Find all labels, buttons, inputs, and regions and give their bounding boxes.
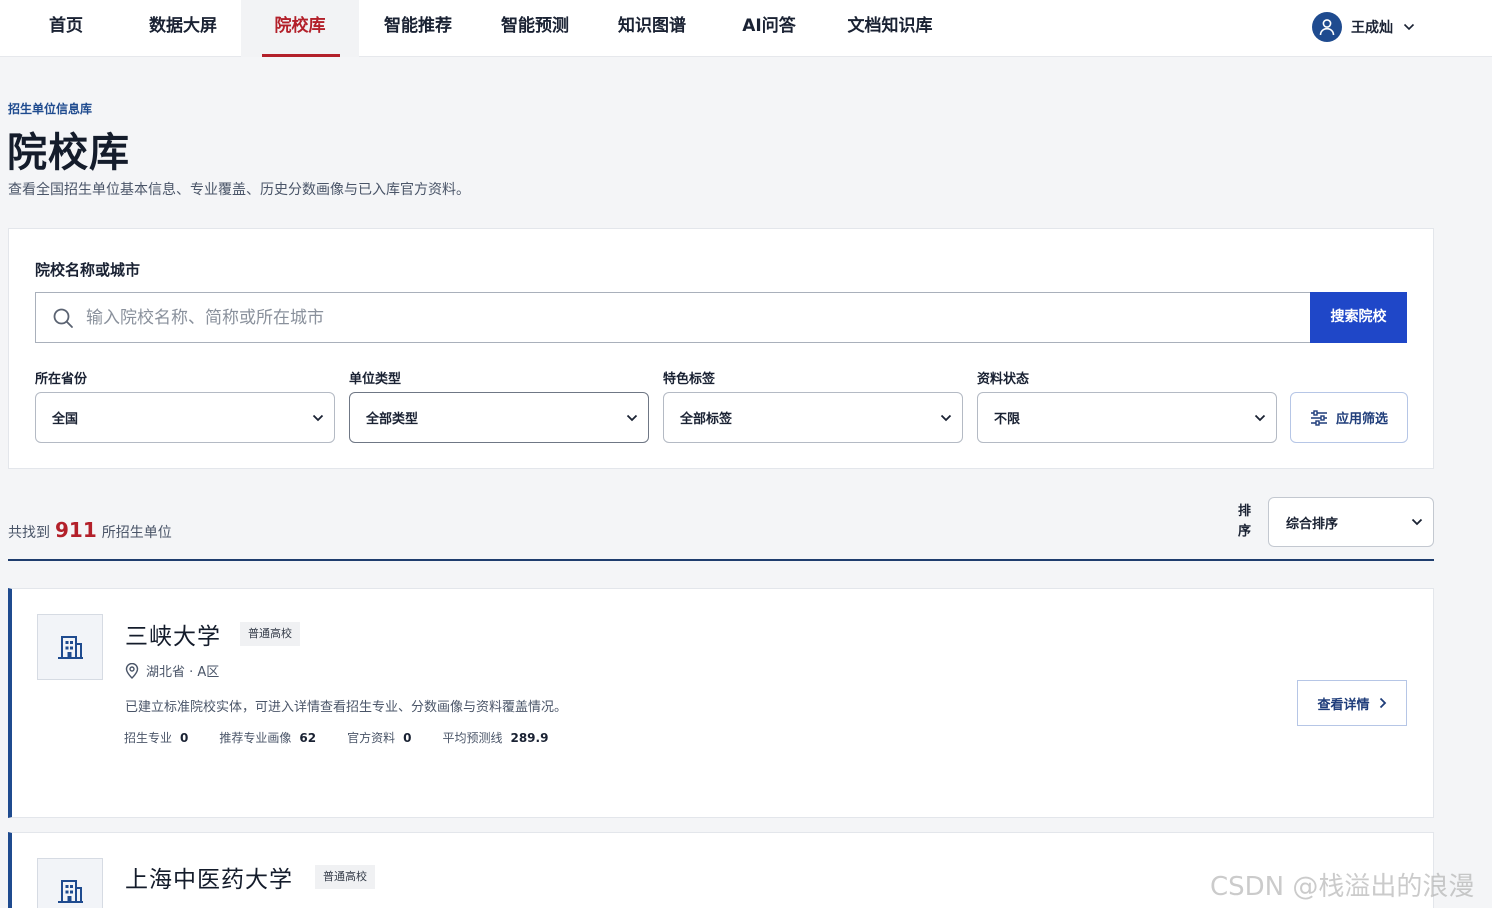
stat-value: 62 [299, 731, 317, 745]
nav-ai-qa[interactable]: AI问答 [733, 0, 805, 57]
feature-tag-select[interactable]: 全部标签 [663, 392, 963, 443]
college-name[interactable]: 上海中医药大学 [125, 860, 293, 894]
search-box[interactable] [35, 292, 1310, 343]
building-icon [37, 858, 103, 908]
filter-label-unit-type: 单位类型 [349, 372, 402, 387]
chevron-down-icon [940, 414, 952, 421]
chevron-down-icon [312, 414, 324, 421]
view-detail-label: 查看详情 [1317, 697, 1370, 713]
stat-label: 招生专业 [124, 731, 173, 745]
unit-type-select-value: 全部类型 [366, 412, 419, 427]
nav-college-library[interactable]: 院校库 [241, 0, 359, 57]
filter-sliders-icon [1310, 409, 1328, 426]
college-type-tag: 普通高校 [240, 622, 300, 646]
chevron-right-icon [1379, 697, 1387, 709]
data-status-select[interactable]: 不限 [977, 392, 1277, 443]
stat-value: 0 [180, 731, 189, 745]
stat-label: 平均预测线 [442, 731, 503, 745]
chevron-down-icon [1411, 518, 1423, 526]
nav-home[interactable]: 首页 [35, 0, 97, 57]
search-input[interactable] [86, 307, 1266, 328]
user-icon [1312, 12, 1342, 42]
filter-label-data-status: 资料状态 [977, 372, 1030, 387]
stat-official-docs: 官方资料 0 [347, 729, 411, 746]
results-divider [8, 559, 1434, 561]
filter-label-feature-tag: 特色标签 [663, 372, 716, 387]
page-description: 查看全国招生单位基本信息、专业覆盖、历史分数画像与已入库官方资料。 [8, 182, 470, 198]
college-card: 三峡大学 普通高校 湖北省 · A区 已建立标准院校实体，可进入详情查看招生专业… [8, 588, 1434, 818]
apply-filter-label: 应用筛选 [1335, 412, 1388, 427]
search-button[interactable]: 搜索院校 [1310, 292, 1407, 343]
search-icon [52, 307, 74, 329]
feature-tag-select-value: 全部标签 [680, 412, 733, 427]
college-location: 湖北省 · A区 [125, 661, 219, 680]
stat-value: 0 [403, 731, 412, 745]
nav-doc-knowledge[interactable]: 文档知识库 [838, 0, 942, 57]
stat-avg-predicted-line: 平均预测线 289.9 [442, 729, 548, 746]
view-detail-button[interactable]: 查看详情 [1297, 680, 1407, 726]
sort-select[interactable]: 综合排序 [1268, 497, 1434, 547]
result-count-number: 911 [55, 518, 97, 542]
result-count: 共找到 911 所招生单位 [8, 518, 172, 542]
filter-card: 院校名称或城市 搜索院校 所在省份 全国 单位类型 全部类型 特色标签 全部标签… [8, 228, 1434, 469]
page-title: 院校库 [7, 130, 130, 176]
college-description: 已建立标准院校实体，可进入详情查看招生专业、分数画像与资料覆盖情况。 [125, 700, 568, 715]
chevron-down-icon [626, 414, 638, 421]
college-type-tag: 普通高校 [315, 865, 375, 889]
building-icon [37, 614, 103, 680]
stat-value: 289.9 [510, 731, 549, 745]
result-prefix: 共找到 [8, 525, 50, 541]
college-location-text: 湖北省 · A区 [146, 665, 220, 680]
nav-smart-recommend[interactable]: 智能推荐 [375, 0, 461, 57]
sort-label: 排序 [1238, 504, 1252, 539]
location-pin-icon [125, 662, 139, 679]
nav-smart-predict[interactable]: 智能预测 [492, 0, 578, 57]
result-suffix: 所招生单位 [101, 525, 172, 541]
filter-label-province: 所在省份 [35, 372, 88, 387]
search-label: 院校名称或城市 [35, 261, 141, 279]
stat-recommended-profiles: 推荐专业画像 62 [219, 729, 316, 746]
province-select-value: 全国 [52, 412, 79, 427]
chevron-down-icon [1254, 414, 1266, 421]
nav-knowledge-graph[interactable]: 知识图谱 [609, 0, 695, 57]
nav-data-dashboard[interactable]: 数据大屏 [140, 0, 226, 57]
user-menu[interactable]: 王成灿 [1312, 11, 1415, 43]
sort-select-value: 综合排序 [1286, 516, 1339, 532]
apply-filter-button[interactable]: 应用筛选 [1290, 392, 1408, 443]
stat-label: 推荐专业画像 [219, 731, 292, 745]
data-status-select-value: 不限 [994, 412, 1021, 427]
stat-majors: 招生专业 0 [124, 729, 188, 746]
page-eyebrow: 招生单位信息库 [8, 102, 93, 116]
college-name[interactable]: 三峡大学 [125, 617, 221, 651]
watermark: CSDN @栈溢出的浪漫 [1210, 872, 1475, 902]
stat-label: 官方资料 [347, 731, 396, 745]
top-nav: 首页 数据大屏 院校库 智能推荐 智能预测 知识图谱 AI问答 文档知识库 王成… [0, 0, 1492, 57]
user-name: 王成灿 [1351, 20, 1393, 36]
chevron-down-icon [1403, 23, 1415, 31]
unit-type-select[interactable]: 全部类型 [349, 392, 649, 443]
province-select[interactable]: 全国 [35, 392, 335, 443]
college-stats: 招生专业 0 推荐专业画像 62 官方资料 0 平均预测线 289.9 [124, 729, 579, 746]
